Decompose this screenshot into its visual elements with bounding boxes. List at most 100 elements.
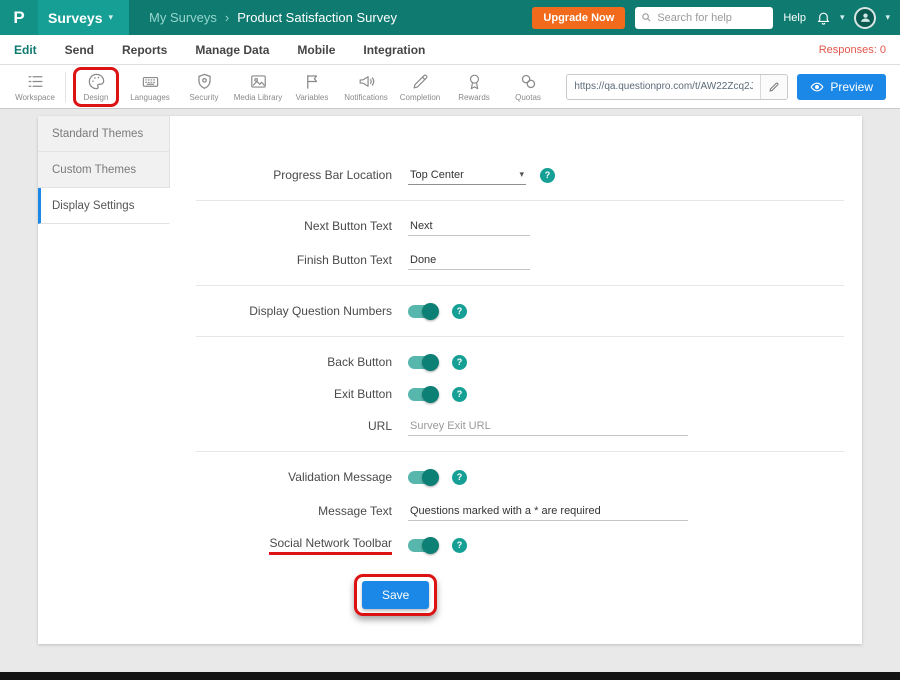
toolbar-separator [65, 72, 66, 102]
upgrade-now-button[interactable]: Upgrade Now [532, 7, 625, 29]
sidebar-item-display-settings[interactable]: Display Settings [38, 188, 170, 224]
toolbar-item-media-library[interactable]: Media Library [231, 70, 285, 104]
display-settings-form: Progress Bar Location Top Center ▾ Next … [170, 116, 862, 644]
help-icon[interactable] [540, 168, 555, 183]
chevron-down-icon[interactable]: ▾ [108, 12, 113, 23]
responses-count[interactable]: Responses: 0 [819, 44, 886, 56]
design-icon [87, 72, 106, 91]
toolbar-item-languages[interactable]: Languages [123, 70, 177, 104]
section-divider [196, 200, 844, 201]
survey-nav: Edit Send Reports Manage Data Mobile Int… [0, 35, 900, 65]
chevron-down-icon: ▾ [840, 12, 845, 23]
toolbar-item-workspace[interactable]: Workspace [8, 70, 62, 104]
pencil-icon [768, 81, 780, 93]
media-library-icon [249, 72, 268, 91]
languages-icon [141, 72, 160, 91]
social-network-toolbar-label: Social Network Toolbar [196, 536, 392, 555]
bell-icon [816, 10, 831, 25]
help-icon[interactable] [452, 304, 467, 319]
next-button-text-input[interactable] [408, 217, 530, 236]
message-text-row: Message Text [196, 498, 844, 524]
help-icon[interactable] [452, 470, 467, 485]
sidebar-item-standard-themes[interactable]: Standard Themes [38, 116, 170, 152]
help-icon[interactable] [452, 387, 467, 402]
variables-icon [303, 72, 322, 91]
section-divider [196, 451, 844, 452]
display-question-numbers-label: Display Question Numbers [196, 304, 392, 318]
nav-item-reports[interactable]: Reports [122, 43, 167, 57]
breadcrumb: My Surveys › Product Satisfaction Survey [149, 10, 397, 25]
display-question-numbers-row: Display Question Numbers [196, 298, 844, 324]
survey-url-box [566, 74, 788, 100]
nav-item-integration[interactable]: Integration [363, 43, 425, 57]
social-network-toolbar-row: Social Network Toolbar [196, 532, 844, 558]
questionpro-logo[interactable]: P [0, 0, 38, 35]
help-icon[interactable] [452, 538, 467, 553]
notifications-bell[interactable]: ▾ [816, 10, 845, 25]
help-icon[interactable] [452, 355, 467, 370]
help-search-input[interactable] [657, 12, 767, 24]
breadcrumb-my-surveys[interactable]: My Surveys [149, 10, 217, 25]
breadcrumb-survey-title: Product Satisfaction Survey [237, 10, 397, 25]
exit-url-label: URL [196, 419, 392, 433]
toolbar-item-quotas[interactable]: Quotas [501, 70, 555, 104]
toolbar-item-design[interactable]: Design [69, 70, 123, 104]
toolbar-item-rewards[interactable]: Rewards [447, 70, 501, 104]
breadcrumb-separator-icon: › [225, 10, 229, 25]
exit-url-input[interactable] [408, 417, 688, 436]
exit-url-row: URL [196, 413, 844, 439]
nav-item-send[interactable]: Send [65, 43, 94, 57]
section-divider [196, 285, 844, 286]
quotas-icon [519, 72, 538, 91]
topbar-right: Upgrade Now Help ▾ ▾ [532, 7, 900, 29]
rewards-icon [465, 72, 484, 91]
design-sidebar: Standard Themes Custom Themes Display Se… [38, 116, 170, 644]
product-menu[interactable]: Surveys [48, 10, 102, 26]
exit-button-row: Exit Button [196, 381, 844, 407]
validation-message-row: Validation Message [196, 464, 844, 490]
validation-message-toggle[interactable] [408, 471, 438, 484]
edit-url-button[interactable] [760, 75, 787, 99]
exit-button-toggle[interactable] [408, 388, 438, 401]
nav-item-mobile[interactable]: Mobile [297, 43, 335, 57]
completion-icon [411, 72, 430, 91]
display-question-numbers-toggle[interactable] [408, 305, 438, 318]
toolbar-item-completion[interactable]: Completion [393, 70, 447, 104]
nav-item-manage-data[interactable]: Manage Data [195, 43, 269, 57]
toolbar-item-security[interactable]: Security [177, 70, 231, 104]
toolbar-item-variables[interactable]: Variables [285, 70, 339, 104]
help-search[interactable] [635, 7, 773, 29]
preview-button[interactable]: Preview [797, 74, 886, 100]
progress-bar-location-select[interactable]: Top Center ▾ [408, 166, 526, 185]
nav-item-edit[interactable]: Edit [14, 43, 37, 57]
finish-button-text-row: Finish Button Text [196, 247, 844, 273]
top-bar: P Surveys ▾ My Surveys › Product Satisfa… [0, 0, 900, 35]
back-button-label: Back Button [196, 355, 392, 369]
progress-bar-location-row: Progress Bar Location Top Center ▾ [196, 162, 844, 188]
design-settings-card: Standard Themes Custom Themes Display Se… [38, 116, 862, 644]
save-annotation-box: Save [354, 574, 437, 616]
avatar [854, 7, 876, 29]
selected-option: Top Center [410, 169, 464, 181]
section-divider [196, 336, 844, 337]
back-button-row: Back Button [196, 349, 844, 375]
topbar-left: P Surveys ▾ [0, 0, 129, 35]
finish-button-text-label: Finish Button Text [196, 253, 392, 267]
survey-url-input[interactable] [567, 81, 760, 92]
finish-button-text-input[interactable] [408, 251, 530, 270]
security-icon [195, 72, 214, 91]
social-network-toolbar-toggle[interactable] [408, 539, 438, 552]
chevron-down-icon: ▾ [885, 12, 890, 23]
account-menu[interactable]: ▾ [854, 7, 890, 29]
edit-toolbar: Workspace Design Languages Security Medi… [0, 65, 900, 109]
search-icon [641, 12, 652, 23]
message-text-input[interactable] [408, 502, 688, 521]
logo-letter: P [13, 8, 24, 28]
sidebar-item-custom-themes[interactable]: Custom Themes [38, 152, 170, 188]
help-link[interactable]: Help [783, 12, 806, 24]
validation-message-label: Validation Message [196, 470, 392, 484]
back-button-toggle[interactable] [408, 356, 438, 369]
toolbar-item-notifications[interactable]: Notifications [339, 70, 393, 104]
save-button[interactable]: Save [362, 581, 429, 609]
chevron-down-icon: ▾ [519, 169, 524, 180]
